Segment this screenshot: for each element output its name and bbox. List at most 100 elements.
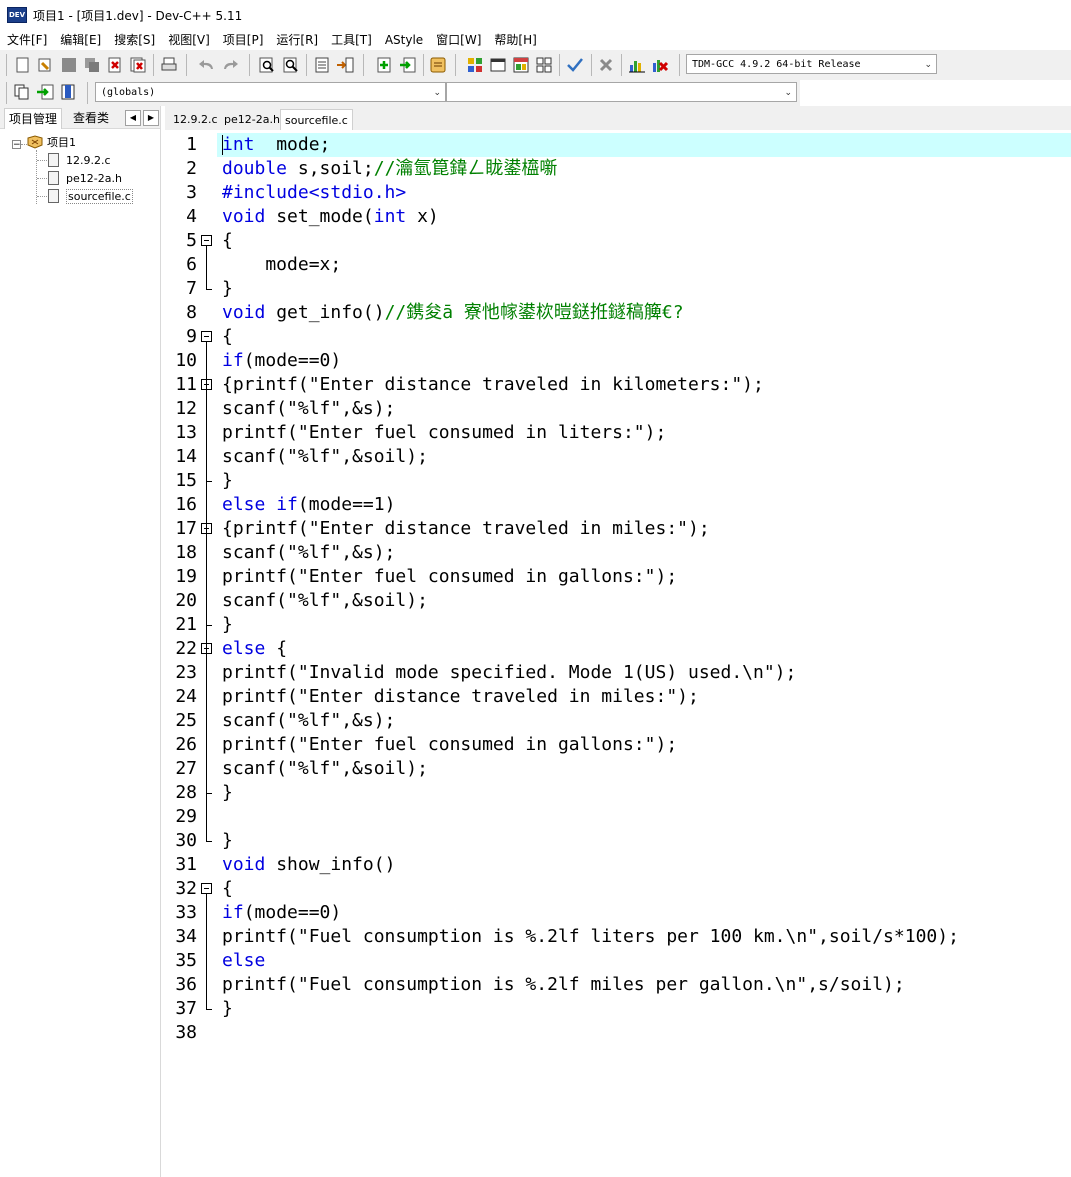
tree-file[interactable]: pe12-2a.h [48, 169, 122, 187]
goto-line-icon[interactable] [336, 56, 354, 74]
tree-file[interactable]: 12.9.2.c [48, 151, 111, 169]
editor-tab[interactable]: 12.9.2.c [169, 109, 222, 130]
chevron-right-icon[interactable]: ▶ [143, 110, 159, 126]
save-all-icon[interactable] [83, 56, 101, 74]
code-line[interactable]: printf("Enter fuel consumed in liters:")… [222, 421, 666, 445]
tab-classes[interactable]: 查看类 [69, 108, 113, 128]
open-file-icon[interactable] [36, 56, 54, 74]
fold-collapse-icon[interactable] [201, 331, 212, 342]
code-line[interactable]: printf("Enter fuel consumed in gallons:"… [222, 733, 677, 757]
code-line[interactable]: else [222, 949, 265, 973]
menu-window[interactable]: 窗口[W] [429, 30, 487, 50]
app-icon: DEV [7, 7, 27, 23]
code-line[interactable]: scanf("%lf",&s); [222, 397, 395, 421]
fold-guide-line [206, 246, 207, 289]
print-icon[interactable] [160, 56, 178, 74]
menu-file[interactable]: 文件[F] [0, 30, 53, 50]
code-line[interactable]: printf("Enter distance traveled in miles… [222, 685, 699, 709]
menu-run[interactable]: 运行[R] [269, 30, 324, 50]
close-file-icon[interactable] [106, 56, 124, 74]
rebuild-all-icon[interactable] [535, 56, 553, 74]
undo-icon[interactable] [198, 56, 216, 74]
editor-tab[interactable]: pe12-2a.h [220, 109, 284, 130]
code-line[interactable]: { [222, 877, 233, 901]
menu-help[interactable]: 帮助[H] [487, 30, 542, 50]
compiler-select[interactable]: TDM-GCC 4.9.2 64-bit Release ⌄ [686, 54, 937, 74]
redo-icon[interactable] [221, 56, 239, 74]
code-line[interactable]: } [222, 829, 233, 853]
menu-project[interactable]: 项目[P] [216, 30, 270, 50]
code-line[interactable]: #include<stdio.h> [222, 181, 406, 205]
menu-search[interactable]: 搜索[S] [107, 30, 161, 50]
syntax-check-icon[interactable] [566, 56, 584, 74]
delete-profile-icon[interactable] [651, 56, 669, 74]
code-line[interactable]: } [222, 277, 233, 301]
code-token: { [265, 638, 288, 659]
close-all-icon[interactable] [129, 56, 147, 74]
code-line[interactable]: printf("Fuel consumption is %.2lf miles … [222, 973, 905, 997]
chevron-left-icon[interactable]: ◀ [125, 110, 141, 126]
menu-tools[interactable]: 工具[T] [324, 30, 378, 50]
tree-project[interactable]: 项目1 [27, 133, 76, 151]
line-number: 2 [186, 158, 197, 179]
replace-icon[interactable] [282, 56, 300, 74]
code-line[interactable]: scanf("%lf",&s); [222, 709, 395, 733]
compile-run-icon[interactable] [512, 56, 530, 74]
add-to-project-icon[interactable] [375, 56, 393, 74]
save-icon[interactable] [60, 56, 78, 74]
insert-icon[interactable] [13, 83, 31, 101]
code-line[interactable]: { [222, 229, 233, 253]
code-line[interactable]: void show_info() [222, 853, 395, 877]
code-line[interactable]: int mode; [222, 133, 330, 157]
code-line[interactable]: printf("Fuel consumption is %.2lf liters… [222, 925, 959, 949]
code-line[interactable]: if(mode==0) [222, 349, 341, 373]
remove-from-project-icon[interactable] [398, 56, 416, 74]
code-line[interactable]: {printf("Enter distance traveled in kilo… [222, 373, 764, 397]
editor-tab-active[interactable]: sourcefile.c [280, 109, 353, 130]
code-line[interactable]: } [222, 781, 233, 805]
new-file-icon[interactable] [14, 56, 32, 74]
fold-end-marker [206, 289, 212, 290]
fold-collapse-icon[interactable] [201, 235, 212, 246]
code-line[interactable]: printf("Invalid mode specified. Mode 1(U… [222, 661, 796, 685]
code-line[interactable]: mode=x; [222, 253, 341, 277]
goto-declaration-icon[interactable] [36, 83, 54, 101]
compile-icon[interactable] [466, 56, 484, 74]
stop-execution-icon[interactable] [597, 56, 615, 74]
code-line[interactable]: scanf("%lf",&soil); [222, 757, 428, 781]
code-editor[interactable]: 1 2 3 4 5 6 7 8 9 10 11 12 13 14 15 16 17 18 19 20 21 22 23 24 2… [165, 130, 1071, 1177]
toolbar-separator [621, 54, 622, 76]
code-token: scanf("%lf",&soil); [222, 590, 428, 611]
profile-icon[interactable] [628, 56, 646, 74]
menu-view[interactable]: 视图[V] [161, 30, 216, 50]
tree-file-selected[interactable]: sourcefile.c [48, 187, 133, 205]
code-line[interactable]: void get_info()//鎸夋ā 寮忚幏鍙栨暟鎹拰鐩稿簲€? [222, 301, 684, 325]
code-line[interactable]: printf("Enter fuel consumed in gallons:"… [222, 565, 677, 589]
menu-edit[interactable]: 编辑[E] [53, 30, 107, 50]
code-line[interactable]: scanf("%lf",&soil); [222, 445, 428, 469]
code-line[interactable]: void set_mode(int x) [222, 205, 439, 229]
code-line[interactable]: {printf("Enter distance traveled in mile… [222, 517, 710, 541]
code-line[interactable]: { [222, 325, 233, 349]
code-line[interactable]: } [222, 997, 233, 1021]
line-number: 10 [175, 350, 197, 371]
project-options-icon[interactable] [429, 56, 447, 74]
code-line[interactable]: scanf("%lf",&soil); [222, 589, 428, 613]
code-line[interactable]: if(mode==0) [222, 901, 341, 925]
code-line[interactable]: } [222, 613, 233, 637]
code-line[interactable]: double s,soil;//瀹氫箟鍏ㄥ眬鍙橀噺 [222, 157, 557, 181]
bookmark-icon[interactable] [59, 83, 77, 101]
scope-select[interactable]: (globals) ⌄ [95, 82, 446, 102]
menu-astyle[interactable]: AStyle [378, 30, 429, 50]
symbol-select[interactable]: ⌄ [446, 82, 797, 102]
code-line[interactable]: scanf("%lf",&s); [222, 541, 395, 565]
code-line[interactable]: else { [222, 637, 287, 661]
collapse-icon[interactable]: − [12, 140, 21, 150]
code-line[interactable]: else if(mode==1) [222, 493, 395, 517]
run-icon[interactable] [489, 56, 507, 74]
indent-icon[interactable] [313, 56, 331, 74]
code-line[interactable]: } [222, 469, 233, 493]
tab-project[interactable]: 项目管理 [4, 108, 63, 129]
find-icon[interactable] [258, 56, 276, 74]
fold-collapse-icon[interactable] [201, 883, 212, 894]
